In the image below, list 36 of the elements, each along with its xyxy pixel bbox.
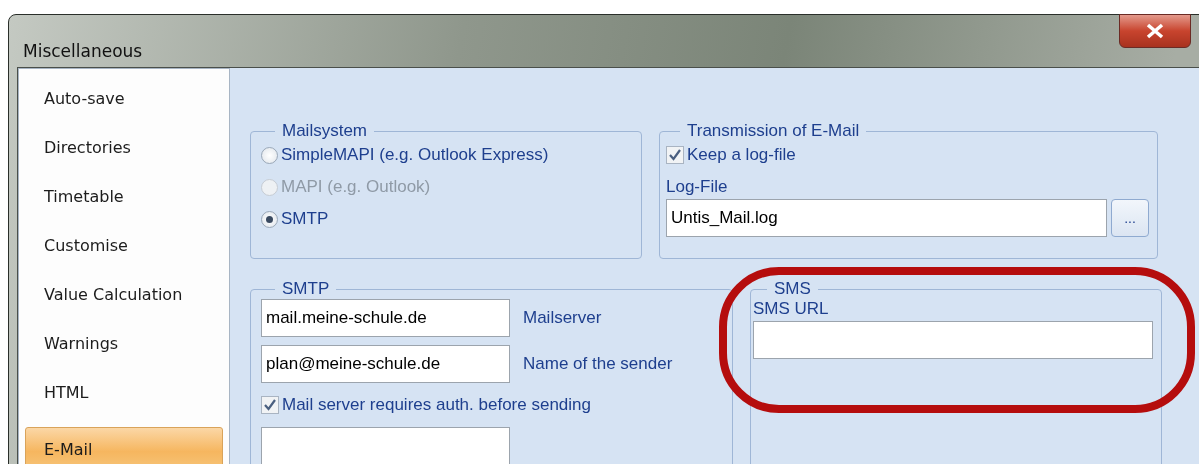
field-label: Mailserver bbox=[523, 308, 602, 328]
sidebar-item[interactable]: HTML bbox=[25, 378, 223, 423]
field-label: SMS URL bbox=[753, 299, 830, 319]
text-field[interactable]: plan@meine-schule.de bbox=[261, 345, 510, 383]
checkbox-label: Mail server requires auth. before sending bbox=[282, 395, 591, 415]
checkbox-label: Keep a log-file bbox=[687, 145, 796, 165]
radio-label: SimpleMAPI (e.g. Outlook Express) bbox=[281, 145, 549, 165]
sidebar-item[interactable]: Value Calculation bbox=[25, 280, 223, 325]
group-title: Mailsystem bbox=[281, 121, 368, 141]
text-field[interactable] bbox=[261, 427, 510, 464]
sidebar-item[interactable]: Auto-save bbox=[25, 84, 223, 129]
sms-url-field[interactable] bbox=[753, 321, 1153, 359]
group-title: Transmission of E-Mail bbox=[686, 121, 861, 141]
sidebar-item[interactable]: Timetable bbox=[25, 182, 223, 227]
close-button[interactable] bbox=[1119, 14, 1191, 48]
field-label: Log-File bbox=[666, 177, 729, 197]
close-icon bbox=[1145, 23, 1165, 39]
radio-label: MAPI (e.g. Outlook) bbox=[281, 177, 431, 197]
group-title: SMS bbox=[773, 279, 812, 299]
field-label: Name of the sender bbox=[523, 354, 673, 374]
checkmark-icon bbox=[263, 398, 277, 412]
sidebar-item[interactable]: E-Mail bbox=[25, 427, 223, 464]
radio-button[interactable] bbox=[261, 146, 278, 164]
checkbox[interactable] bbox=[666, 146, 684, 164]
radio-button[interactable] bbox=[261, 210, 278, 228]
sidebar-item[interactable]: Customise bbox=[25, 231, 223, 276]
checkbox[interactable] bbox=[261, 396, 279, 414]
checkmark-icon bbox=[668, 148, 682, 162]
log-file-field[interactable]: Untis_Mail.log bbox=[666, 199, 1107, 237]
sidebar-item[interactable]: Warnings bbox=[25, 329, 223, 374]
browse-button[interactable]: ... bbox=[1111, 199, 1149, 237]
radio-label: SMTP bbox=[281, 209, 329, 229]
text-field[interactable]: mail.meine-schule.de bbox=[261, 299, 510, 337]
group-title: SMTP bbox=[281, 279, 331, 299]
window-title: Miscellaneous bbox=[23, 40, 144, 63]
sidebar-item[interactable]: Directories bbox=[25, 133, 223, 178]
